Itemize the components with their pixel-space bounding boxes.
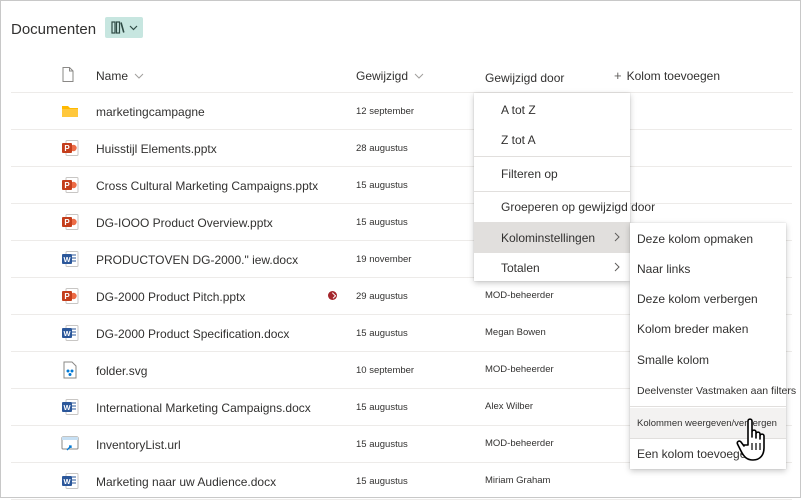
svg-text:W: W bbox=[63, 329, 71, 338]
svg-text:W: W bbox=[63, 403, 71, 412]
menu-divider bbox=[630, 406, 786, 407]
word-icon: W bbox=[61, 472, 79, 490]
modified-by: MOD-beheerder bbox=[485, 290, 554, 301]
submenu-item-wider-column[interactable]: Kolom breder maken bbox=[630, 314, 786, 344]
svg-file-icon bbox=[61, 361, 79, 379]
view-switcher-button[interactable] bbox=[105, 17, 143, 38]
modified-by: Alex Wilber bbox=[485, 401, 534, 412]
modified-date: 10 september bbox=[356, 365, 415, 376]
add-column-label: Kolom toevoegen bbox=[626, 68, 720, 83]
hand-cursor-icon bbox=[736, 418, 765, 461]
modified-by: MOD-beheerder bbox=[485, 364, 554, 375]
file-name[interactable]: Cross Cultural Marketing Campaigns.pptx bbox=[96, 179, 318, 193]
modified-date: 15 augustus bbox=[356, 217, 408, 228]
modified-date: 15 augustus bbox=[356, 328, 408, 339]
submenu-item-pin-to-filters-label: Deelvenster Vastmaken aan filters bbox=[637, 385, 797, 397]
menu-item-filter[interactable]: Filteren op bbox=[474, 159, 630, 189]
column-header-modified[interactable]: Gewijzigd bbox=[356, 69, 424, 83]
submenu-item-narrow-column-label: Smalle kolom bbox=[637, 353, 710, 367]
folder-icon bbox=[61, 102, 79, 120]
modified-date: 15 augustus bbox=[356, 439, 408, 450]
svg-text:P: P bbox=[64, 292, 70, 301]
menu-divider bbox=[474, 156, 630, 157]
chevron-down-icon bbox=[134, 73, 144, 79]
submenu-item-hide-column[interactable]: Deze kolom verbergen bbox=[630, 284, 786, 314]
modified-date: 28 augustus bbox=[356, 143, 408, 154]
submenu-item-hide-column-label: Deze kolom verbergen bbox=[637, 292, 758, 306]
column-header-modified-by[interactable]: Gewijzigd door bbox=[485, 71, 564, 85]
menu-item-sort-z-a[interactable]: Z tot A bbox=[474, 125, 630, 155]
column-header-name[interactable]: Name bbox=[96, 69, 144, 83]
column-header-name-label: Name bbox=[96, 69, 129, 83]
file-name[interactable]: PRODUCTOVEN DG-2000." iew.docx bbox=[96, 253, 298, 267]
menu-item-group-by[interactable]: Groeperen op gewijzigd door bbox=[474, 192, 655, 222]
modified-date: 15 augustus bbox=[356, 180, 408, 191]
powerpoint-icon: P bbox=[61, 139, 79, 157]
document-library: Documenten Name Gewijzigd Gewijzigd door… bbox=[0, 0, 801, 500]
url-file-icon bbox=[61, 435, 79, 453]
chevron-right-icon bbox=[614, 262, 620, 272]
submenu-item-wider-column-label: Kolom breder maken bbox=[637, 322, 749, 336]
menu-item-totals[interactable]: Totalen bbox=[474, 253, 630, 283]
svg-text:P: P bbox=[64, 144, 70, 153]
submenu-item-narrow-column[interactable]: Smalle kolom bbox=[630, 345, 786, 375]
plus-icon: + bbox=[614, 68, 622, 83]
word-icon: W bbox=[61, 398, 79, 416]
file-name[interactable]: folder.svg bbox=[96, 364, 147, 378]
submenu-item-format-column[interactable]: Deze kolom opmaken bbox=[630, 224, 786, 254]
modified-date: 29 augustus bbox=[356, 291, 408, 302]
menu-item-sort-a-z[interactable]: A tot Z bbox=[474, 95, 630, 125]
file-name[interactable]: International Marketing Campaigns.docx bbox=[96, 401, 311, 415]
menu-item-totals-label: Totalen bbox=[501, 261, 540, 275]
modified-date: 15 augustus bbox=[356, 402, 408, 413]
page-title: Documenten bbox=[11, 21, 97, 38]
file-name[interactable]: InventoryList.url bbox=[96, 438, 181, 452]
powerpoint-icon: P bbox=[61, 213, 79, 231]
table-row[interactable]: P Cross Cultural Marketing Campaigns.pptx… bbox=[1, 167, 800, 204]
menu-item-filter-label: Filteren op bbox=[501, 167, 558, 181]
menu-item-group-by-label: Groeperen op gewijzigd door bbox=[501, 200, 656, 214]
column-header-row: Name Gewijzigd Gewijzigd door + Kolom to… bbox=[1, 59, 800, 91]
column-menu: A tot Z Z tot A Filteren op Groeperen op… bbox=[474, 93, 655, 283]
table-row[interactable]: P Huisstijl Elements.pptx 28 augustus bbox=[1, 130, 800, 167]
table-row[interactable]: marketingcampagne 12 september bbox=[1, 93, 800, 130]
modified-date: 12 september bbox=[356, 106, 415, 117]
menu-item-column-settings-label: Kolominstellingen bbox=[501, 231, 596, 245]
word-icon: W bbox=[61, 250, 79, 268]
add-column-button[interactable]: + Kolom toevoegen bbox=[614, 68, 720, 83]
library-icon bbox=[110, 21, 125, 34]
modified-date: 15 augustus bbox=[356, 476, 408, 487]
modified-date: 19 november bbox=[356, 254, 412, 265]
file-name[interactable]: Huisstijl Elements.pptx bbox=[96, 142, 217, 156]
column-header-modified-label: Gewijzigd bbox=[356, 69, 409, 83]
menu-item-column-settings[interactable]: Kolominstellingen bbox=[474, 223, 630, 253]
submenu-item-move-left[interactable]: Naar links bbox=[630, 254, 786, 284]
submenu-item-format-column-label: Deze kolom opmaken bbox=[637, 232, 754, 246]
menu-item-sort-a-z-label: A tot Z bbox=[501, 103, 536, 117]
modified-by: Megan Bowen bbox=[485, 327, 546, 338]
file-name[interactable]: DG-2000 Product Pitch.pptx bbox=[96, 290, 245, 304]
powerpoint-icon: P bbox=[61, 176, 79, 194]
menu-item-sort-z-a-label: Z tot A bbox=[501, 133, 536, 147]
submenu-item-move-left-label: Naar links bbox=[637, 262, 691, 276]
file-name[interactable]: marketingcampagne bbox=[96, 105, 205, 119]
word-icon: W bbox=[61, 324, 79, 342]
chevron-down-icon bbox=[414, 73, 424, 79]
file-name[interactable]: Marketing naar uw Audience.docx bbox=[96, 475, 276, 489]
svg-text:W: W bbox=[63, 477, 71, 486]
submenu-item-pin-to-filters[interactable]: Deelvenster Vastmaken aan filters bbox=[630, 376, 796, 406]
file-type-icon[interactable] bbox=[62, 67, 74, 82]
svg-text:W: W bbox=[63, 255, 71, 264]
svg-text:P: P bbox=[64, 218, 70, 227]
modified-by: MOD-beheerder bbox=[485, 438, 554, 449]
svg-text:P: P bbox=[64, 181, 70, 190]
chevron-right-icon bbox=[614, 232, 620, 242]
modified-by: Miriam Graham bbox=[485, 475, 551, 486]
chevron-down-icon bbox=[129, 25, 137, 30]
file-name[interactable]: DG-2000 Product Specification.docx bbox=[96, 327, 289, 341]
column-header-modified-by-label: Gewijzigd door bbox=[485, 71, 565, 85]
file-name[interactable]: DG-IOOO Product Overview.pptx bbox=[96, 216, 273, 230]
alert-icon[interactable] bbox=[328, 291, 337, 300]
powerpoint-icon: P bbox=[61, 287, 79, 305]
